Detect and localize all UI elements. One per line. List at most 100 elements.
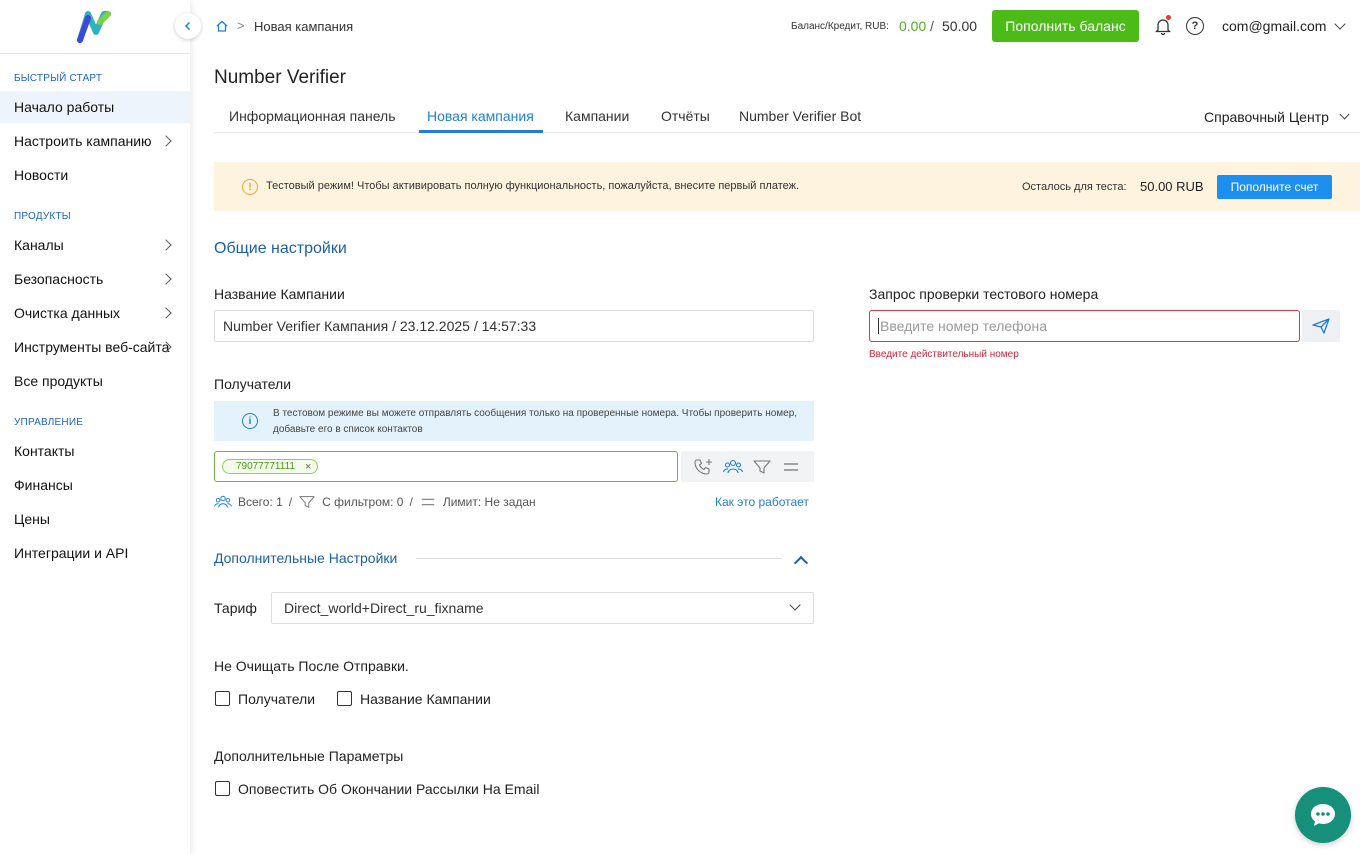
collapse-sidebar-button[interactable] <box>175 13 201 39</box>
campaign-name-label: Название Кампании <box>214 286 345 302</box>
keep-recipients-label[interactable]: Получатели <box>238 691 315 707</box>
sidebar-item[interactable]: Каналы <box>0 229 190 261</box>
test-remaining-value: 50.00 RUB <box>1140 179 1204 194</box>
section-title-general: Общие настройки <box>214 240 347 257</box>
sidebar-item-label: Каналы <box>14 237 64 253</box>
chat-button[interactable] <box>1295 787 1351 843</box>
sidebar-item-label: Контакты <box>14 443 75 459</box>
contacts-icon[interactable] <box>722 458 743 476</box>
notify-email-checkbox[interactable] <box>215 781 230 796</box>
app-logo-icon[interactable] <box>74 6 114 46</box>
chevron-right-icon <box>160 307 172 319</box>
sidebar-item[interactable]: Контакты <box>0 435 190 467</box>
sidebar-item-label: Начало работы <box>14 99 115 115</box>
sidebar-item[interactable]: Настроить кампанию <box>0 125 190 157</box>
sidebar-item-label: Новости <box>14 167 69 183</box>
tariff-select[interactable]: Direct_world+Direct_ru_fixname <box>271 592 814 624</box>
sidebar-item[interactable]: Очистка данных <box>0 297 190 329</box>
sidebar-item[interactable]: Все продукты <box>0 365 190 397</box>
extra-params-title: Дополнительные Параметры <box>214 748 404 764</box>
balance-value: 0.00 <box>899 18 927 34</box>
tab-reports[interactable]: Отчёты <box>661 108 710 124</box>
phone-add-icon[interactable] <box>694 458 714 476</box>
sidebar-item-label: Инструменты веб-сайта <box>14 339 170 355</box>
chevron-left-icon <box>184 21 191 31</box>
chevron-down-icon[interactable] <box>1334 18 1346 30</box>
campaign-name-input[interactable]: Number Verifier Кампания / 23.12.2025 / … <box>214 310 814 342</box>
info-icon: i <box>242 413 258 429</box>
balance-separator: / <box>930 18 934 34</box>
test-mode-text: Тестовый режим! Чтобы активировать полну… <box>266 180 800 192</box>
sidebar-item-label: Финансы <box>14 477 73 493</box>
contacts-icon <box>214 495 232 508</box>
chevron-up-icon[interactable] <box>793 555 809 571</box>
recipient-chip[interactable]: 79077771111 × <box>222 459 319 474</box>
phone-placeholder: Введите номер телефона <box>880 318 1047 334</box>
tab-verifier-bot[interactable]: Number Verifier Bot <box>739 108 861 124</box>
chevron-down-icon[interactable] <box>1339 109 1350 120</box>
stats-filter: С фильтром: 0 <box>322 495 404 509</box>
chevron-right-icon <box>160 239 172 251</box>
stats-total: Всего: 1 <box>238 495 283 509</box>
keep-campaign-name-label[interactable]: Название Кампании <box>360 691 491 707</box>
sidebar-item-label: Все продукты <box>14 373 103 389</box>
sidebar-item[interactable]: Инструменты веб-сайта <box>0 331 190 363</box>
sidebar-item-label: Настроить кампанию <box>14 133 152 149</box>
test-remaining-label: Осталось для теста: <box>1022 181 1127 193</box>
account-email[interactable]: com@gmail.com <box>1222 18 1326 34</box>
recipients-info-text: В тестовом режиме вы можете отправлять с… <box>273 408 798 435</box>
stats-limit: Лимит: Не задан <box>442 495 536 509</box>
tab-campaigns[interactable]: Кампании <box>565 108 629 124</box>
close-icon[interactable]: × <box>305 461 311 473</box>
phone-input[interactable]: Введите номер телефона <box>869 310 1300 342</box>
tabs-divider <box>214 132 1360 133</box>
sidebar-item-label: Цены <box>14 511 50 527</box>
help-circle-icon[interactable]: ? <box>1186 17 1204 35</box>
filter-icon <box>299 496 315 508</box>
stats-separator: / <box>409 495 413 509</box>
sidebar-item-label: Очистка данных <box>14 305 121 321</box>
notify-email-label[interactable]: Оповестить Об Окончании Рассылки На Emai… <box>238 781 540 797</box>
breadcrumb-current: Новая кампания <box>254 19 354 34</box>
sidebar-section-title: ПРОДУКТЫ <box>14 211 71 222</box>
help-center-link[interactable]: Справочный Центр <box>1204 109 1329 125</box>
sidebar-item[interactable]: Цены <box>0 503 190 535</box>
advanced-settings-title[interactable]: Дополнительные Настройки <box>214 550 397 566</box>
chevron-right-icon <box>160 273 172 285</box>
recipients-toolbar <box>681 451 814 482</box>
limit-icon <box>421 498 435 506</box>
recipients-label: Получатели <box>214 376 292 392</box>
tab-dashboard[interactable]: Информационная панель <box>229 108 396 124</box>
chevron-right-icon <box>160 135 172 147</box>
notification-dot <box>1166 15 1171 20</box>
send-icon <box>1312 318 1330 334</box>
sidebar-item-label: Интеграции и API <box>14 545 129 561</box>
sidebar-item[interactable]: Новости <box>0 159 190 191</box>
keep-campaign-name-checkbox[interactable] <box>337 691 352 706</box>
sidebar-item[interactable]: Начало работы <box>0 91 190 123</box>
limit-icon[interactable] <box>781 458 801 476</box>
active-tab-indicator <box>419 130 543 133</box>
text-cursor <box>878 318 879 334</box>
stats-separator: / <box>288 495 293 509</box>
keep-after-send-title: Не Очищать После Отправки. <box>214 658 409 674</box>
sidebar-section-title: УПРАВЛЕНИЕ <box>14 417 84 428</box>
sidebar: БЫСТРЫЙ СТАРТ Начало работы Настроить камп… <box>0 0 190 855</box>
breadcrumb-separator: > <box>237 18 245 33</box>
sidebar-item[interactable]: Интеграции и API <box>0 537 190 569</box>
banner-topup-button[interactable]: Пополните счет <box>1217 175 1332 199</box>
sidebar-section-title: БЫСТРЫЙ СТАРТ <box>14 73 103 84</box>
balance-label: Баланс/Кредит, RUB: <box>791 21 889 32</box>
how-it-works-link[interactable]: Как это работает <box>715 495 809 509</box>
home-icon[interactable] <box>215 19 229 33</box>
phone-error-message: Введите действительный номер <box>869 349 1019 360</box>
sidebar-item[interactable]: Финансы <box>0 469 190 501</box>
sidebar-item[interactable]: Безопасность <box>0 263 190 295</box>
topup-balance-button[interactable]: Пополнить баланс <box>992 10 1139 42</box>
tab-new-campaign[interactable]: Новая кампания <box>427 108 534 124</box>
page-title: Number Verifier <box>214 67 346 88</box>
warning-icon: ! <box>242 179 258 195</box>
filter-icon[interactable] <box>752 458 772 476</box>
keep-recipients-checkbox[interactable] <box>215 691 230 706</box>
send-test-button[interactable] <box>1302 310 1340 342</box>
